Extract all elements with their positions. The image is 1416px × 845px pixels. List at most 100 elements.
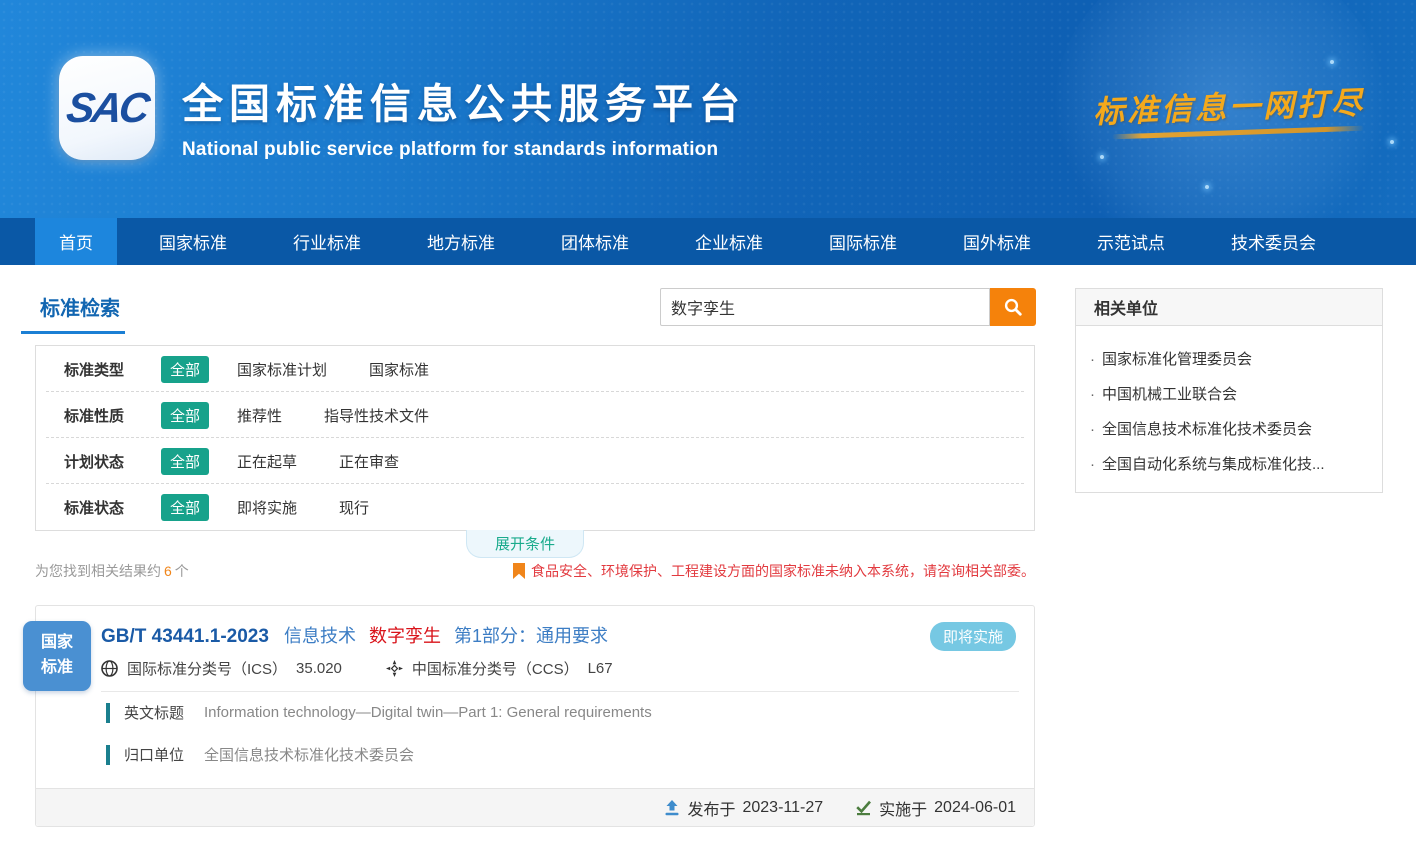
filter-panel: 标准类型 全部 国家标准计划 国家标准 标准性质 全部 推荐性 指导性技术文件 … (35, 345, 1035, 531)
detail-accent-bar (106, 703, 110, 723)
published-group: 发布于 2023-11-27 (664, 796, 823, 820)
sac-logo[interactable]: SAC (59, 56, 155, 160)
standard-title-part1: 信息技术 (284, 626, 356, 646)
results-notice-text: 食品安全、环境保护、工程建设方面的国家标准未纳入本系统，请咨询相关部委。 (531, 561, 1035, 581)
bullet: · (1090, 351, 1095, 368)
nav-item-home[interactable]: 首页 (35, 218, 117, 265)
filter-option[interactable]: 即将实施 (237, 497, 297, 518)
standard-card: 国家 标准 GB/T 43441.1-2023 信息技术 数字孪生 第1部分：通… (35, 605, 1035, 827)
search-input[interactable] (660, 288, 990, 326)
related-unit-link[interactable]: · 全国信息技术标准化技术委员会 (1076, 404, 1382, 439)
ccs-label: 中国标准分类号（CCS） (412, 658, 579, 679)
english-title-label: 英文标题 (124, 702, 204, 723)
filter-row-standard-status: 标准状态 全部 即将实施 现行 (36, 484, 1034, 530)
related-unit-link[interactable]: · 国家标准化管理委员会 (1076, 334, 1382, 369)
english-title-row: 英文标题 Information technology—Digital twin… (106, 702, 652, 723)
standard-title-part2: 第1部分：通用要求 (454, 626, 608, 646)
detail-accent-bar (106, 745, 110, 765)
main-nav: 首页 国家标准 行业标准 地方标准 团体标准 企业标准 国际标准 国外标准 示范… (0, 218, 1416, 265)
filter-label: 计划状态 (64, 451, 161, 472)
site-subtitle: National public service platform for sta… (182, 139, 746, 161)
search-tab-underline (21, 331, 125, 334)
site-title-block: 全国标准信息公共服务平台 National public service pla… (182, 70, 746, 161)
filter-option[interactable]: 正在起草 (237, 451, 297, 472)
related-units-panel: 相关单位 · 国家标准化管理委员会 · 中国机械工业联合会 · 全国信息技术标准… (1075, 288, 1383, 493)
related-unit-label: 中国机械工业联合会 (1102, 383, 1237, 404)
filter-option[interactable]: 国家标准计划 (237, 359, 327, 380)
compass-icon (386, 660, 403, 677)
committee-value: 全国信息技术标准化技术委员会 (204, 744, 414, 765)
filter-option[interactable]: 国家标准 (369, 359, 429, 380)
ics-value: 35.020 (296, 660, 342, 677)
classification-row: 国际标准分类号（ICS） 35.020 中国标准分类号（CCS） L67 (101, 658, 613, 679)
spark-dot (1100, 155, 1104, 159)
results-summary-suffix: 个 (175, 563, 189, 579)
related-unit-link[interactable]: · 中国机械工业联合会 (1076, 369, 1382, 404)
related-unit-label: 全国信息技术标准化技术委员会 (1102, 418, 1312, 439)
card-divider (101, 691, 1019, 692)
filter-option[interactable]: 正在审查 (339, 451, 399, 472)
filter-label: 标准类型 (64, 359, 161, 380)
site-title: 全国标准信息公共服务平台 (182, 70, 746, 130)
related-unit-link[interactable]: · 全国自动化系统与集成标准化技... (1076, 439, 1382, 474)
globe-icon (101, 660, 118, 677)
results-summary: 为您找到相关结果约6个 (35, 561, 189, 581)
related-units-title: 相关单位 (1075, 288, 1383, 326)
search-icon (1003, 297, 1023, 317)
results-summary-prefix: 为您找到相关结果约 (35, 563, 161, 579)
committee-label: 归口单位 (124, 744, 204, 765)
related-unit-label: 国家标准化管理委员会 (1102, 348, 1252, 369)
related-unit-label: 全国自动化系统与集成标准化技... (1102, 453, 1325, 474)
standard-title-highlight: 数字孪生 (369, 626, 441, 646)
search-button[interactable] (990, 288, 1036, 326)
filter-label: 标准性质 (64, 405, 161, 426)
bullet: · (1090, 456, 1095, 473)
filter-selected-all[interactable]: 全部 (161, 448, 209, 475)
sac-logo-text: SAC (64, 84, 150, 132)
filter-option[interactable]: 推荐性 (237, 405, 282, 426)
spark-dot (1330, 60, 1334, 64)
implement-check-icon (855, 800, 872, 816)
committee-row: 归口单位 全国信息技术标准化技术委员会 (106, 744, 414, 765)
implemented-label: 实施于 (879, 796, 927, 820)
nav-item-industry-standards[interactable]: 行业标准 (269, 218, 385, 265)
type-badge-line2: 标准 (41, 656, 73, 681)
related-units-list: · 国家标准化管理委员会 · 中国机械工业联合会 · 全国信息技术标准化技术委员… (1075, 326, 1383, 493)
implemented-date: 2024-06-01 (934, 799, 1016, 817)
english-title-value: Information technology—Digital twin—Part… (204, 704, 652, 721)
publish-icon (664, 800, 680, 816)
ics-label: 国际标准分类号（ICS） (127, 658, 287, 679)
filter-row-plan-status: 计划状态 全部 正在起草 正在审查 (36, 438, 1034, 484)
filter-selected-all[interactable]: 全部 (161, 356, 209, 383)
nav-item-group-standards[interactable]: 团体标准 (537, 218, 653, 265)
nav-item-local-standards[interactable]: 地方标准 (403, 218, 519, 265)
nav-item-international-standards[interactable]: 国际标准 (805, 218, 921, 265)
standard-code: GB/T 43441.1-2023 (101, 626, 269, 647)
nav-item-national-standards[interactable]: 国家标准 (135, 218, 251, 265)
filter-option[interactable]: 现行 (339, 497, 369, 518)
published-label: 发布于 (687, 796, 735, 820)
expand-conditions-button[interactable]: 展开条件 (466, 530, 584, 558)
bookmark-icon (513, 563, 525, 579)
filter-selected-all[interactable]: 全部 (161, 402, 209, 429)
filter-option[interactable]: 指导性技术文件 (324, 405, 429, 426)
header-slogan: 标准信息一网打尽 (1092, 77, 1365, 131)
spark-dot (1390, 140, 1394, 144)
ccs-value: L67 (588, 660, 613, 677)
published-date: 2023-11-27 (742, 799, 823, 817)
bullet: · (1090, 386, 1095, 403)
nav-item-pilot-programs[interactable]: 示范试点 (1073, 218, 1189, 265)
bullet: · (1090, 421, 1095, 438)
results-notice: 食品安全、环境保护、工程建设方面的国家标准未纳入本系统，请咨询相关部委。 (513, 561, 1035, 581)
standard-type-badge: 国家 标准 (23, 621, 91, 691)
spark-dot (1205, 185, 1209, 189)
filter-selected-all[interactable]: 全部 (161, 494, 209, 521)
status-badge: 即将实施 (930, 622, 1016, 651)
nav-item-technical-committees[interactable]: 技术委员会 (1207, 218, 1340, 265)
nav-item-enterprise-standards[interactable]: 企业标准 (671, 218, 787, 265)
nav-item-foreign-standards[interactable]: 国外标准 (939, 218, 1055, 265)
tab-standard-search[interactable]: 标准检索 (40, 292, 120, 321)
results-info-row: 为您找到相关结果约6个 食品安全、环境保护、工程建设方面的国家标准未纳入本系统，… (35, 561, 1035, 581)
standard-title-link[interactable]: GB/T 43441.1-2023 信息技术 数字孪生 第1部分：通用要求 (101, 622, 608, 648)
page: SAC 全国标准信息公共服务平台 National public service… (0, 0, 1416, 845)
